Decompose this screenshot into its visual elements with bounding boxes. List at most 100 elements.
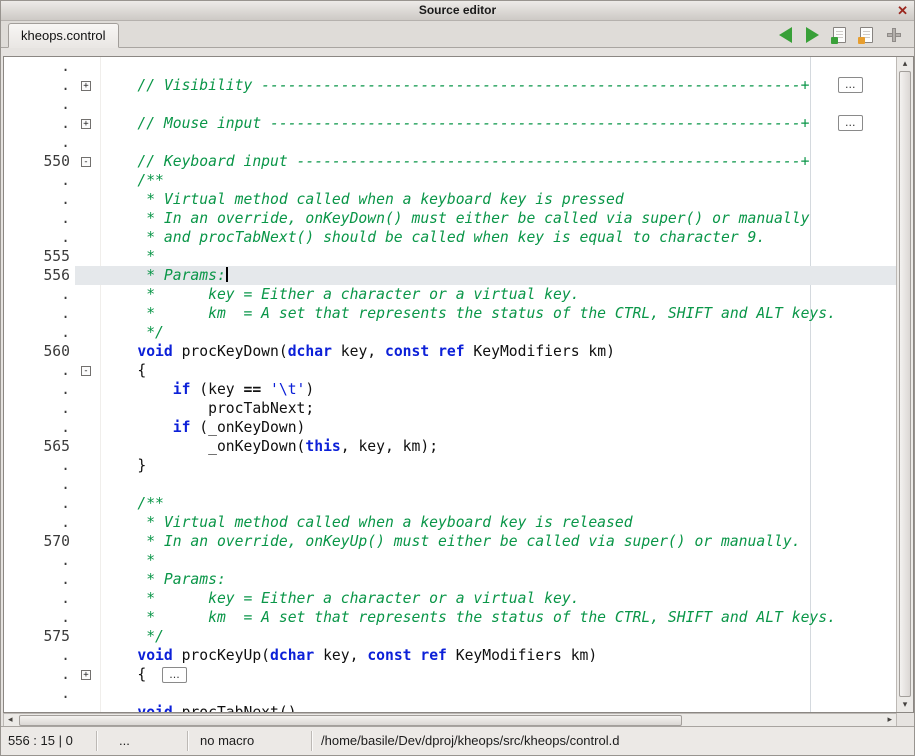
code-line[interactable]: . void procTabNext() <box>5 703 896 712</box>
code-text[interactable]: if (_onKeyDown) <box>100 418 896 437</box>
collapsed-fold-box[interactable]: ... <box>838 77 863 93</box>
line-number[interactable]: . <box>5 665 75 684</box>
code-line[interactable]: . * km = A set that represents the statu… <box>5 304 896 323</box>
fold-gutter[interactable]: + <box>75 114 100 133</box>
code-text[interactable]: * Virtual method called when a keyboard … <box>100 513 896 532</box>
code-text[interactable]: } <box>100 456 896 475</box>
line-number[interactable]: 555 <box>5 247 75 266</box>
go-back-icon[interactable] <box>779 27 792 43</box>
code-text[interactable] <box>100 57 896 76</box>
code-line[interactable]: 555 * <box>5 247 896 266</box>
go-forward-icon[interactable] <box>806 27 819 43</box>
line-number[interactable]: . <box>5 323 75 342</box>
vertical-scrollbar-thumb[interactable] <box>899 71 911 697</box>
line-number[interactable]: . <box>5 513 75 532</box>
fold-gutter[interactable] <box>75 570 100 589</box>
code-line[interactable]: . * and procTabNext() should be called w… <box>5 228 896 247</box>
fold-gutter[interactable] <box>75 627 100 646</box>
code-text[interactable]: * km = A set that represents the status … <box>100 608 896 627</box>
code-text[interactable]: * <box>100 551 896 570</box>
code-line[interactable]: . * key = Either a character or a virtua… <box>5 589 896 608</box>
code-text[interactable]: * <box>100 247 896 266</box>
line-number[interactable]: . <box>5 76 75 95</box>
code-line[interactable]: . /** <box>5 171 896 190</box>
code-text[interactable] <box>100 475 896 494</box>
fold-gutter[interactable] <box>75 456 100 475</box>
fold-gutter[interactable] <box>75 209 100 228</box>
line-number[interactable]: . <box>5 95 75 114</box>
line-number[interactable]: . <box>5 57 75 76</box>
fold-gutter[interactable] <box>75 380 100 399</box>
code-line[interactable]: . * Virtual method called when a keyboar… <box>5 190 896 209</box>
fold-gutter[interactable] <box>75 608 100 627</box>
line-number[interactable]: 556 <box>5 266 75 285</box>
fold-gutter[interactable] <box>75 342 100 361</box>
line-number[interactable]: 565 <box>5 437 75 456</box>
line-number[interactable]: 575 <box>5 627 75 646</box>
code-text[interactable]: * In an override, onKeyUp() must either … <box>100 532 896 551</box>
fold-gutter[interactable] <box>75 95 100 114</box>
code-text[interactable]: * Virtual method called when a keyboard … <box>100 190 896 209</box>
code-text[interactable]: /** <box>100 494 896 513</box>
code-text[interactable]: * In an override, onKeyDown() must eithe… <box>100 209 896 228</box>
code-line[interactable]: .+ // Mouse input ----------------------… <box>5 114 896 133</box>
code-text[interactable]: void procTabNext() <box>100 703 896 712</box>
line-number[interactable]: 570 <box>5 532 75 551</box>
code-text[interactable]: // Mouse input -------------------------… <box>100 114 896 133</box>
code-line[interactable]: . * key = Either a character or a virtua… <box>5 285 896 304</box>
fold-gutter[interactable]: + <box>75 665 100 684</box>
code-line[interactable]: . if (_onKeyDown) <box>5 418 896 437</box>
fold-gutter[interactable] <box>75 304 100 323</box>
code-line[interactable]: 570 * In an override, onKeyUp() must eit… <box>5 532 896 551</box>
collapsed-fold-box[interactable]: ... <box>162 667 187 683</box>
fold-gutter[interactable] <box>75 228 100 247</box>
fold-gutter[interactable] <box>75 399 100 418</box>
line-number[interactable]: . <box>5 285 75 304</box>
code-line[interactable]: 550- // Keyboard input -----------------… <box>5 152 896 171</box>
line-number[interactable]: . <box>5 475 75 494</box>
code-text[interactable]: * Params: <box>100 570 896 589</box>
fold-gutter[interactable] <box>75 475 100 494</box>
code-editor[interactable]: ..+ // Visibility ----------------------… <box>3 56 914 713</box>
code-text[interactable]: procTabNext; <box>100 399 896 418</box>
fold-gutter[interactable]: + <box>75 76 100 95</box>
code-line[interactable]: 560 void procKeyDown(dchar key, const re… <box>5 342 896 361</box>
detach-editor-icon[interactable] <box>887 28 901 42</box>
code-line[interactable]: . <box>5 95 896 114</box>
code-text[interactable]: * key = Either a character or a virtual … <box>100 285 896 304</box>
code-line[interactable]: . * In an override, onKeyDown() must eit… <box>5 209 896 228</box>
line-number[interactable]: . <box>5 361 75 380</box>
fold-gutter[interactable] <box>75 589 100 608</box>
code-view[interactable]: ..+ // Visibility ----------------------… <box>5 57 896 712</box>
code-line[interactable]: . <box>5 133 896 152</box>
code-line[interactable]: . */ <box>5 323 896 342</box>
fold-gutter[interactable] <box>75 266 100 285</box>
fold-gutter[interactable] <box>75 247 100 266</box>
line-number[interactable]: . <box>5 114 75 133</box>
document-open-icon[interactable] <box>860 27 873 43</box>
line-number[interactable]: . <box>5 646 75 665</box>
line-number[interactable]: . <box>5 228 75 247</box>
code-text[interactable]: * key = Either a character or a virtual … <box>100 589 896 608</box>
code-line[interactable]: .+ // Visibility -----------------------… <box>5 76 896 95</box>
line-number[interactable]: . <box>5 494 75 513</box>
code-text[interactable]: void procKeyDown(dchar key, const ref Ke… <box>100 342 896 361</box>
code-line[interactable]: . /** <box>5 494 896 513</box>
code-text[interactable]: void procKeyUp(dchar key, const ref KeyM… <box>100 646 896 665</box>
code-line[interactable]: . * <box>5 551 896 570</box>
code-text[interactable]: _onKeyDown(this, key, km); <box>100 437 896 456</box>
fold-gutter[interactable] <box>75 532 100 551</box>
code-text[interactable]: // Keyboard input ----------------------… <box>100 152 896 171</box>
fold-gutter[interactable] <box>75 494 100 513</box>
code-line[interactable]: . if (key == '\t') <box>5 380 896 399</box>
code-line[interactable]: . * km = A set that represents the statu… <box>5 608 896 627</box>
code-line[interactable]: . } <box>5 456 896 475</box>
line-number[interactable]: . <box>5 418 75 437</box>
fold-gutter[interactable] <box>75 513 100 532</box>
code-text[interactable]: /** <box>100 171 896 190</box>
fold-gutter[interactable] <box>75 285 100 304</box>
code-line[interactable]: .- { <box>5 361 896 380</box>
close-icon[interactable]: ✕ <box>897 1 908 20</box>
fold-gutter[interactable] <box>75 57 100 76</box>
fold-gutter[interactable] <box>75 171 100 190</box>
